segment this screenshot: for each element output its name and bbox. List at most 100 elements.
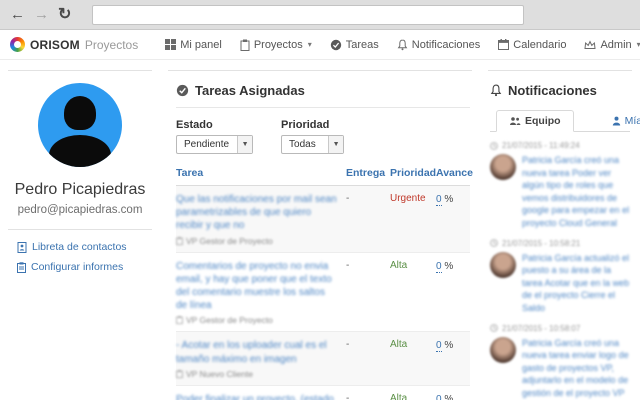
nav-notificaciones[interactable]: Notificaciones	[388, 30, 489, 60]
brand-suffix: Proyectos	[84, 37, 139, 52]
report-icon	[17, 261, 26, 273]
task-title-link[interactable]: Poder finalizar un proyecto, (estado act…	[176, 394, 334, 400]
divider	[488, 70, 632, 71]
browser-back-button[interactable]: ←	[10, 7, 25, 22]
panel-title-text: Notificaciones	[508, 83, 597, 98]
calendar-icon	[498, 39, 510, 50]
browser-forward-button[interactable]: →	[34, 7, 49, 22]
task-entrega: -	[346, 339, 350, 351]
task-project: VP Gestor de Proyecto	[176, 236, 338, 246]
column-avance[interactable]: Avance	[436, 167, 473, 179]
nav-label: Tareas	[345, 38, 379, 51]
nav-mi-panel[interactable]: Mi panel	[156, 30, 231, 60]
notification-item: 21/07/2015 - 10:58:07 Patricia García cr…	[490, 324, 630, 400]
tasks-circle-icon	[176, 84, 189, 97]
tasks-table-header: Tarea Entrega Prioridad Avance	[176, 167, 473, 186]
task-title-link[interactable]: Comentarios de proyecto no envia email, …	[176, 261, 332, 312]
notification-meta: 21/07/2015 - 10:58:21	[490, 239, 630, 248]
person-icon	[612, 116, 620, 126]
notification-meta: 21/07/2015 - 10:58:07	[490, 324, 630, 333]
clock-icon	[490, 239, 498, 247]
notification-item: 21/07/2015 - 10:58:21 Patricia García ac…	[490, 239, 630, 315]
clock-icon	[490, 141, 498, 150]
link-configurar-informes[interactable]: Configurar informes	[17, 261, 160, 273]
notification-text-link[interactable]: Patricia García creó una nueva tarea Pod…	[522, 154, 630, 230]
tab-mias[interactable]: Mías	[600, 111, 640, 131]
task-title-link[interactable]: Que las notificaciones por mail sean par…	[176, 194, 337, 231]
task-row: Comentarios de proyecto no envia email, …	[176, 253, 470, 333]
tasks-circle-icon	[330, 39, 341, 50]
link-label: Configurar informes	[31, 261, 124, 273]
divider	[168, 70, 472, 71]
notifications-tabs: Equipo Mías	[490, 110, 640, 132]
task-prioridad: Urgente	[390, 193, 426, 204]
divider	[8, 229, 152, 230]
link-label: Libreta de contactos	[32, 241, 127, 253]
notification-avatar	[490, 154, 516, 180]
estado-value: Pendiente	[184, 139, 230, 150]
nav-label: Proyectos	[253, 38, 303, 51]
column-entrega[interactable]: Entrega	[346, 167, 390, 179]
project-icon	[176, 369, 183, 378]
column-tarea[interactable]: Tarea	[176, 167, 346, 179]
task-project: VP Gestor de Proyecto	[176, 315, 338, 325]
profile-email: pedro@picapiedras.com	[17, 204, 143, 216]
select-arrow-icon: ▼	[328, 136, 344, 153]
project-icon	[176, 236, 183, 245]
link-libreta-contactos[interactable]: Libreta de contactos	[17, 241, 160, 253]
prioridad-label: Prioridad	[281, 119, 330, 131]
notification-text-link[interactable]: Patricia García actualizó el puesto a su…	[522, 252, 630, 315]
notifications-panel-title: Notificaciones	[490, 83, 630, 98]
nav-label: Notificaciones	[411, 38, 481, 51]
task-entrega: -	[346, 259, 350, 271]
browser-reload-button[interactable]: ↻	[58, 6, 71, 23]
select-arrow-icon: ▼	[237, 136, 253, 153]
task-prioridad: Alta	[390, 339, 408, 351]
panel-title-text: Tareas Asignadas	[195, 83, 305, 98]
task-avance: 0 %	[436, 194, 454, 206]
browser-toolbar: ← → ↻	[0, 0, 640, 30]
brand-name: ORISOM	[30, 37, 80, 52]
profile-name: Pedro Picapiedras	[14, 181, 146, 198]
people-icon	[510, 117, 521, 125]
browser-address-bar[interactable]	[92, 4, 525, 25]
task-row: - Acotar en los uploader cual es el tama…	[176, 332, 470, 386]
tab-label: Mías	[624, 115, 640, 127]
nav-label: Calendario	[513, 38, 567, 51]
tab-label: Equipo	[525, 115, 561, 127]
profile-avatar	[38, 83, 122, 167]
estado-select[interactable]: Pendiente ▼	[176, 135, 254, 154]
task-prioridad: Alta	[390, 259, 408, 271]
task-avance: 0 %	[436, 393, 470, 400]
chevron-down-icon: ▾	[307, 40, 312, 49]
estado-label: Estado	[176, 119, 213, 131]
profile-sidebar: Pedro Picapiedras pedro@picapiedras.com …	[0, 60, 160, 400]
notification-meta: 21/07/2015 - 11:49:24	[490, 141, 630, 150]
crown-icon	[584, 39, 597, 49]
tab-equipo[interactable]: Equipo	[496, 110, 574, 132]
chevron-down-icon: ▾	[636, 40, 640, 49]
tasks-panel-title: Tareas Asignadas	[176, 83, 470, 98]
task-avance: 0 %	[436, 260, 454, 273]
task-row: Que las notificaciones por mail sean par…	[176, 186, 470, 253]
nav-proyectos[interactable]: Proyectos ▾	[231, 30, 321, 60]
brand-logo-home[interactable]: ORISOM Proyectos	[10, 37, 138, 52]
nav-tareas[interactable]: Tareas	[321, 30, 388, 60]
task-project: VP Nuevo Cliente	[176, 369, 338, 379]
notifications-panel: Notificaciones Equipo Mías 21/07/2015 - …	[480, 60, 640, 400]
task-title-link[interactable]: - Acotar en los uploader cual es el tama…	[176, 340, 327, 364]
column-prioridad[interactable]: Prioridad	[390, 167, 436, 179]
project-icon	[176, 316, 183, 325]
notification-text-link[interactable]: Patricia García creó una nueva tarea env…	[522, 337, 630, 400]
task-entrega: -	[346, 392, 350, 400]
nav-calendario[interactable]: Calendario	[489, 30, 575, 60]
prioridad-value: Todas	[289, 139, 316, 150]
divider	[176, 107, 470, 108]
clock-icon	[490, 324, 498, 332]
notification-avatar	[490, 336, 516, 363]
nav-admin[interactable]: Admin ▾	[575, 30, 640, 60]
prioridad-select[interactable]: Todas ▼	[281, 135, 345, 154]
tasks-panel: Tareas Asignadas Estado Pendiente ▼ Prio…	[160, 60, 480, 400]
app-navbar: ORISOM Proyectos Mi panel Proyectos ▾ Tar…	[0, 30, 640, 60]
notification-avatar	[490, 251, 516, 278]
